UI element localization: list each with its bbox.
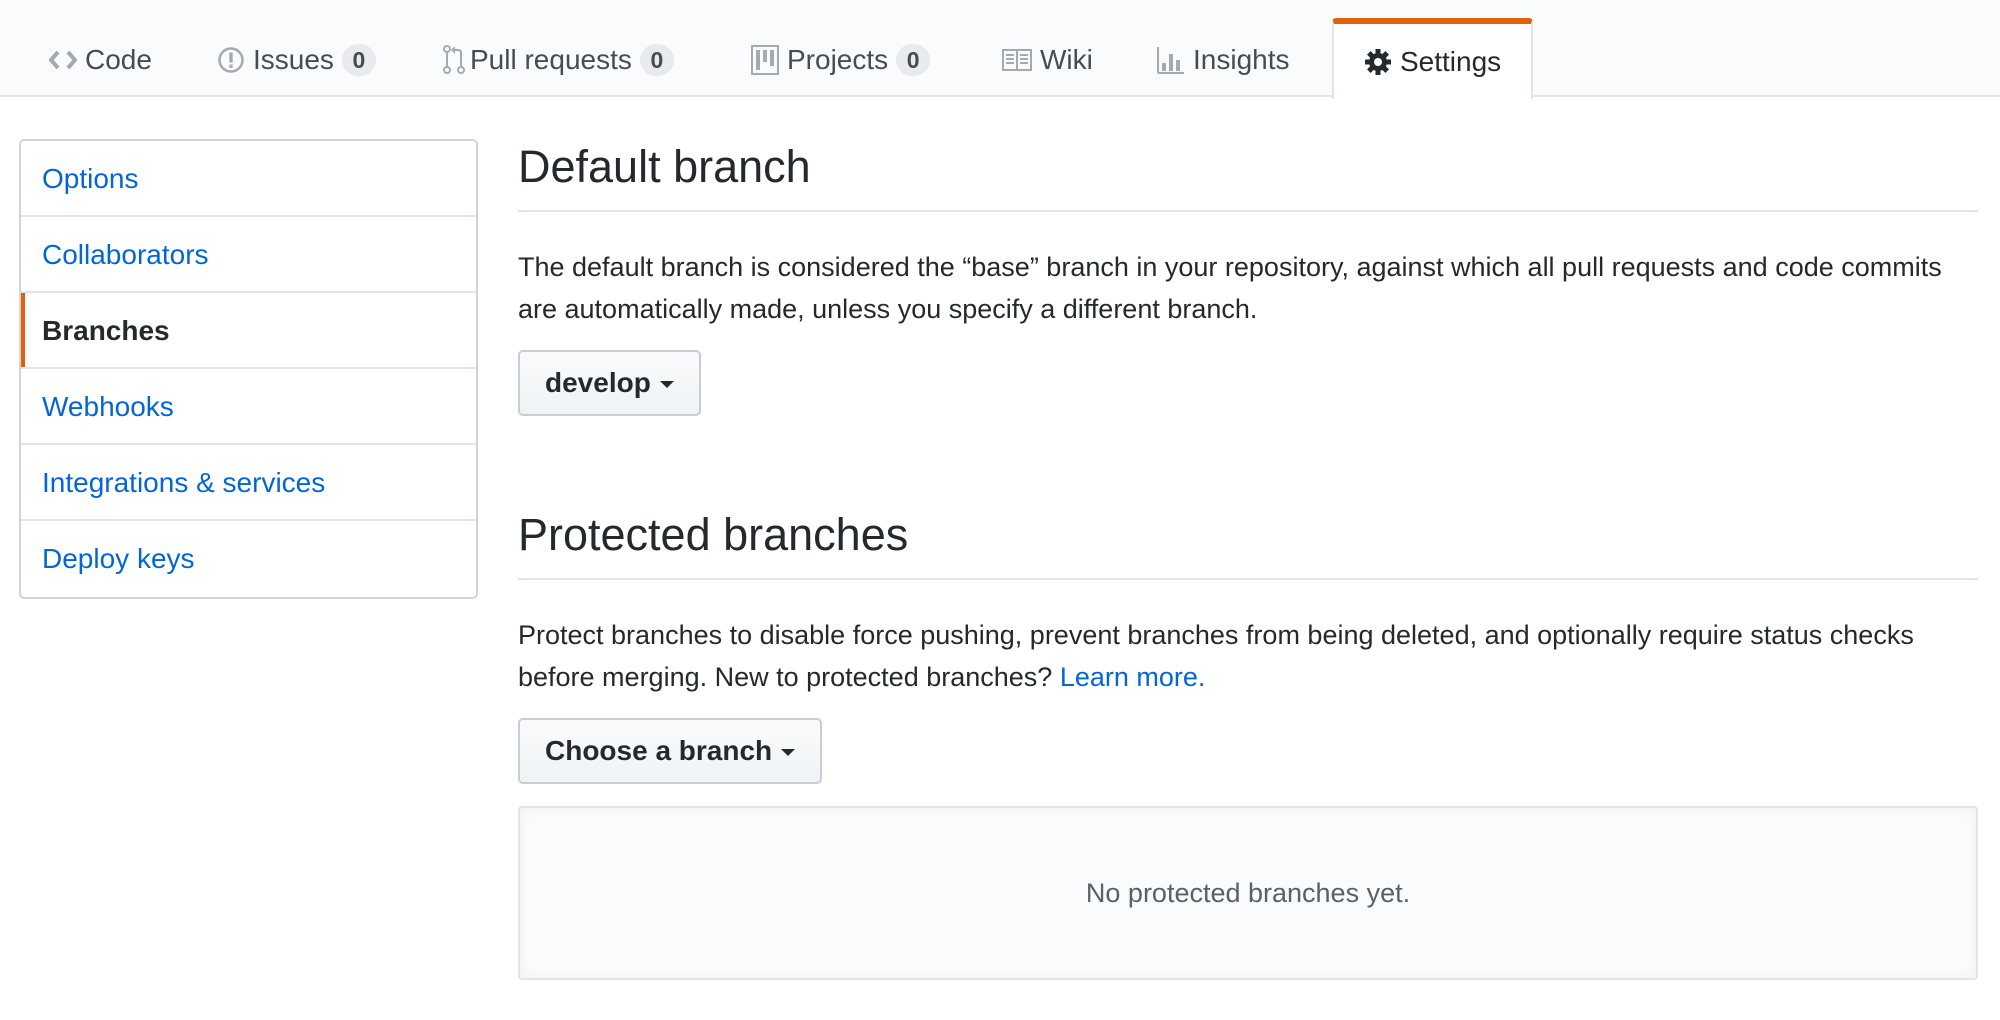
settings-sidebar: Options Collaborators Branches Webhooks … bbox=[19, 139, 478, 599]
graph-icon bbox=[1157, 46, 1185, 74]
code-icon bbox=[49, 49, 77, 71]
tab-label: Wiki bbox=[1040, 43, 1093, 75]
tab-projects[interactable]: Projects 0 bbox=[751, 18, 931, 97]
protected-branches-heading: Protected branches bbox=[518, 509, 909, 560]
issues-counter: 0 bbox=[341, 43, 376, 76]
sidebar-item-integrations-services[interactable]: Integrations & services bbox=[21, 445, 476, 521]
subhead: Default branch bbox=[518, 140, 1978, 212]
projects-counter: 0 bbox=[896, 43, 931, 76]
sidebar-item-webhooks[interactable]: Webhooks bbox=[21, 369, 476, 445]
tab-settings[interactable]: Settings bbox=[1332, 18, 1534, 99]
default-branch-section: Default branch The default branch is con… bbox=[518, 140, 1978, 416]
tab-wiki[interactable]: Wiki bbox=[1002, 18, 1093, 97]
tab-label: Issues bbox=[253, 43, 334, 75]
protected-branches-description: Protect branches to disable force pushin… bbox=[518, 614, 1978, 698]
protected-branches-empty-state: No protected branches yet. bbox=[518, 806, 1978, 980]
protected-branches-description-text: Protect branches to disable force pushin… bbox=[518, 620, 1914, 692]
tab-label: Code bbox=[85, 43, 152, 75]
tab-label: Settings bbox=[1400, 45, 1502, 77]
sidebar-item-options[interactable]: Options bbox=[21, 141, 476, 217]
tab-insights[interactable]: Insights bbox=[1157, 18, 1290, 97]
tab-label: Insights bbox=[1193, 43, 1290, 75]
tab-label: Projects bbox=[787, 43, 889, 75]
subhead: Protected branches bbox=[518, 508, 1978, 580]
default-branch-description: The default branch is considered the “ba… bbox=[518, 252, 1942, 324]
settings-main: Default branch The default branch is con… bbox=[518, 140, 1978, 980]
pull-requests-counter: 0 bbox=[639, 43, 674, 76]
sidebar-item-collaborators[interactable]: Collaborators bbox=[21, 217, 476, 293]
learn-more-link[interactable]: Learn more. bbox=[1060, 662, 1206, 692]
default-branch-heading: Default branch bbox=[518, 141, 811, 192]
sidebar-item-deploy-keys[interactable]: Deploy keys bbox=[21, 521, 476, 597]
book-icon bbox=[1002, 48, 1032, 72]
default-branch-select-button[interactable]: develop bbox=[518, 350, 701, 416]
tab-code[interactable]: Code bbox=[49, 18, 152, 97]
gear-icon bbox=[1364, 48, 1392, 76]
tab-issues[interactable]: Issues 0 bbox=[217, 18, 376, 97]
caret-down-icon bbox=[781, 749, 796, 756]
repo-nav: Code Issues 0 Pull requests 0 Projects 0… bbox=[0, 0, 2000, 99]
empty-state-message: No protected branches yet. bbox=[1085, 877, 1411, 908]
project-icon bbox=[751, 44, 779, 75]
git-pull-request-icon bbox=[442, 44, 466, 76]
choose-branch-button[interactable]: Choose a branch bbox=[518, 718, 823, 784]
sidebar-item-branches[interactable]: Branches bbox=[21, 293, 476, 369]
choose-branch-label: Choose a branch bbox=[545, 735, 773, 766]
issue-opened-icon bbox=[217, 46, 245, 74]
selected-branch-label: develop bbox=[545, 367, 651, 398]
caret-down-icon bbox=[659, 381, 674, 388]
protected-branches-section: Protected branches Protect branches to d… bbox=[518, 508, 1978, 980]
tab-pull-requests[interactable]: Pull requests 0 bbox=[442, 18, 674, 97]
tab-label: Pull requests bbox=[470, 43, 632, 75]
